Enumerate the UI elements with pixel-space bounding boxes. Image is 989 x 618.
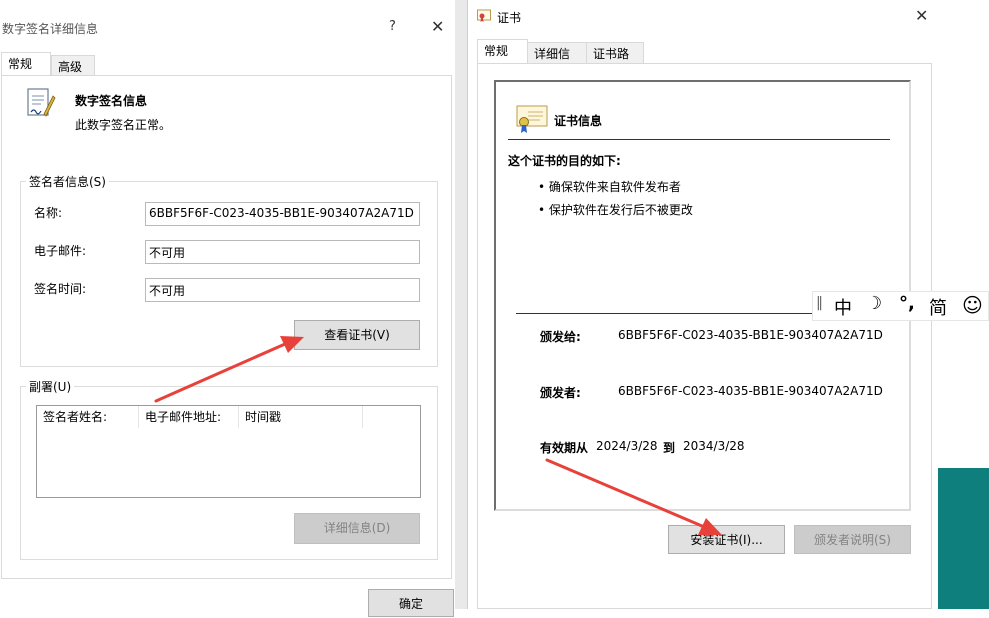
arrow-to-view-certificate (154, 336, 304, 403)
arrow-to-install-certificate (545, 458, 722, 535)
annotation-arrows (154, 336, 722, 535)
